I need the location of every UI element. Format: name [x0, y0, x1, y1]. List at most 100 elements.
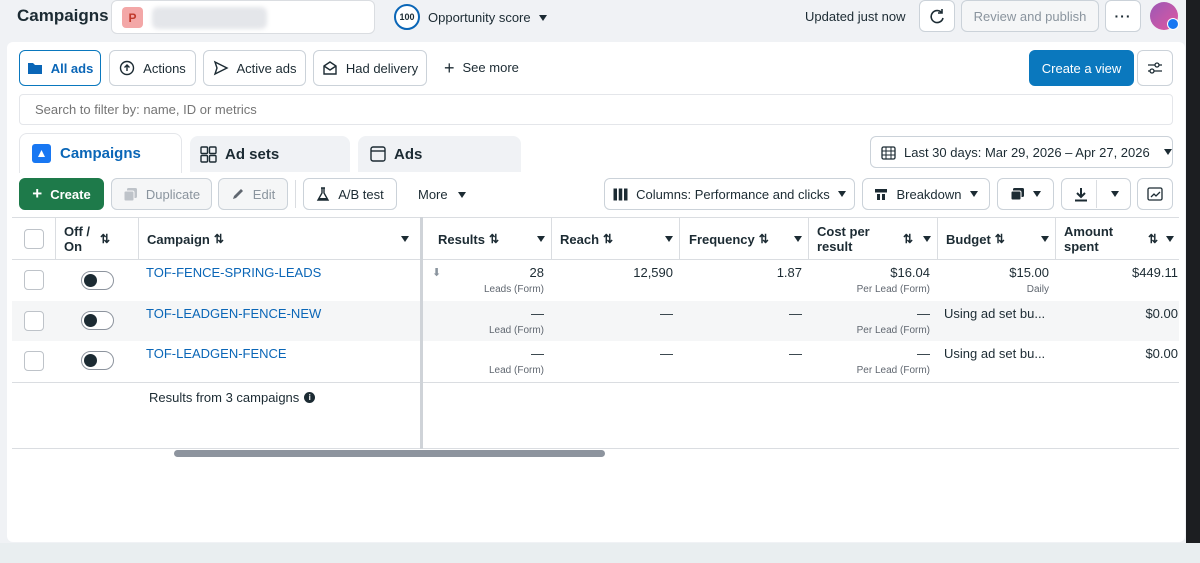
chevron-down-icon: [1166, 236, 1174, 242]
results-value: —: [531, 306, 544, 321]
header-results[interactable]: Results ⇅: [438, 218, 545, 260]
facebook-badge-icon: [1167, 18, 1179, 30]
select-all-checkbox[interactable]: [24, 229, 44, 249]
account-name-redacted: [152, 7, 267, 29]
filter-had-delivery[interactable]: Had delivery: [313, 50, 427, 86]
refresh-icon: [930, 9, 944, 24]
filter-actions[interactable]: Actions: [109, 50, 196, 86]
plus-icon: +: [32, 184, 43, 203]
tab-campaigns[interactable]: Campaigns: [19, 133, 182, 173]
chevron-down-icon: [1041, 236, 1049, 242]
header-amount-spent[interactable]: Amount spent ⇅: [1064, 218, 1178, 260]
chevron-down-icon: [1163, 149, 1172, 155]
campaign-name-link[interactable]: TOF-LEADGEN-FENCE-NEW: [146, 306, 321, 321]
send-icon: [213, 60, 229, 76]
header-off-on[interactable]: Off / On ⇅: [64, 218, 110, 260]
charts-button[interactable]: [1137, 178, 1173, 210]
header-cost-per-result[interactable]: Cost per result ⇅: [817, 218, 931, 260]
create-view-button[interactable]: Create a view: [1029, 50, 1134, 86]
sort-icon: ⇅: [1147, 231, 1158, 246]
breakdown-icon: [875, 188, 888, 200]
cost-value: —: [917, 346, 930, 361]
reach-value: —: [660, 346, 673, 361]
spent-value: $0.00: [1145, 306, 1178, 321]
campaign-toggle[interactable]: [81, 271, 114, 290]
refresh-button[interactable]: [919, 0, 955, 32]
horizontal-scrollbar[interactable]: [174, 450, 605, 457]
filter-active-ads[interactable]: Active ads: [203, 50, 306, 86]
cost-value: $16.04: [890, 265, 930, 280]
reports-icon: [1010, 188, 1024, 201]
frequency-value: —: [789, 306, 802, 321]
flask-icon: [317, 186, 330, 201]
results-value: 28: [529, 265, 544, 280]
col-line: [138, 217, 139, 259]
envelope-open-icon: [323, 61, 337, 75]
review-publish-button[interactable]: Review and publish: [961, 0, 1099, 32]
columns-dropdown[interactable]: Columns: Performance and clicks: [604, 178, 855, 210]
results-type: Lead (Form): [488, 325, 544, 336]
info-icon[interactable]: i: [304, 392, 316, 403]
bottom-strip: [0, 543, 1200, 563]
ab-test-button[interactable]: A/B test: [303, 178, 397, 210]
sliders-icon: [1148, 62, 1162, 74]
search-input[interactable]: [19, 94, 1173, 125]
breakdown-dropdown[interactable]: Breakdown: [862, 178, 990, 210]
budget-value[interactable]: $15.00: [1009, 265, 1049, 280]
header-budget[interactable]: Budget ⇅: [946, 218, 1049, 260]
filter-all-ads[interactable]: All ads: [19, 50, 101, 86]
opportunity-score-badge[interactable]: 100: [394, 4, 420, 30]
row-checkbox[interactable]: [24, 351, 44, 371]
campaign-toggle[interactable]: [81, 311, 114, 330]
page-title: Campaigns: [17, 6, 109, 25]
create-button[interactable]: + Create: [19, 178, 104, 210]
chevron-down-icon: [538, 14, 547, 21]
duplicate-icon: [123, 187, 137, 201]
campaign-name-link[interactable]: TOF-LEADGEN-FENCE: [146, 346, 287, 361]
reach-value: —: [660, 306, 673, 321]
reports-dropdown[interactable]: [997, 178, 1054, 210]
tab-ads[interactable]: Ads: [358, 136, 521, 172]
campaign-toggle[interactable]: [81, 351, 114, 370]
footer-line: [12, 448, 1179, 449]
spent-value: $0.00: [1145, 346, 1178, 361]
date-range-picker[interactable]: Last 30 days: Mar 29, 2026 – Apr 27, 202…: [870, 136, 1173, 168]
sort-icon: ⇅: [994, 232, 1005, 246]
plus-icon: +: [444, 57, 455, 78]
header-reach[interactable]: Reach ⇅: [560, 218, 673, 260]
results-type: Lead (Form): [488, 365, 544, 376]
sort-icon: ⇅: [488, 232, 500, 246]
account-selector[interactable]: P: [111, 0, 375, 34]
profile-avatar[interactable]: [1150, 2, 1179, 30]
tab-ad-sets[interactable]: Ad sets: [190, 136, 350, 172]
more-options-button[interactable]: ···: [1105, 0, 1141, 32]
row-checkbox[interactable]: [24, 311, 44, 331]
top-header: Campaigns P 100 Opportunity score Update…: [0, 0, 1200, 36]
chevron-down-icon: [401, 236, 409, 242]
view-settings-button[interactable]: [1137, 50, 1173, 86]
duplicate-button[interactable]: Duplicate: [111, 178, 212, 210]
more-dropdown[interactable]: More: [418, 187, 466, 202]
cost-value: —: [917, 306, 930, 321]
chart-icon: [1147, 187, 1163, 201]
grid-icon: [200, 145, 217, 163]
col-line: [1055, 217, 1056, 259]
spent-value: $449.11: [1131, 265, 1178, 280]
budget-value: Using ad set bu...: [944, 306, 1046, 321]
row-checkbox[interactable]: [24, 270, 44, 290]
updated-status: Updated just now: [805, 9, 906, 24]
ellipsis-icon: ···: [1114, 8, 1132, 24]
results-value: —: [531, 346, 544, 361]
account-avatar: P: [122, 7, 143, 28]
reach-value: 12,590: [633, 265, 673, 280]
sort-icon: ⇅: [902, 231, 913, 246]
col-line: [55, 217, 56, 259]
opportunity-score-dropdown[interactable]: Opportunity score: [428, 10, 547, 25]
campaign-name-link[interactable]: TOF-FENCE-SPRING-LEADS: [146, 265, 321, 280]
download-icon: [1074, 187, 1087, 201]
header-campaign[interactable]: Campaign ⇅: [147, 218, 415, 260]
header-frequency[interactable]: Frequency ⇅: [689, 218, 802, 260]
see-more-filters[interactable]: + See more: [444, 57, 519, 78]
cost-type: Per Lead (Form): [856, 325, 930, 336]
edit-button[interactable]: Edit: [218, 178, 288, 210]
